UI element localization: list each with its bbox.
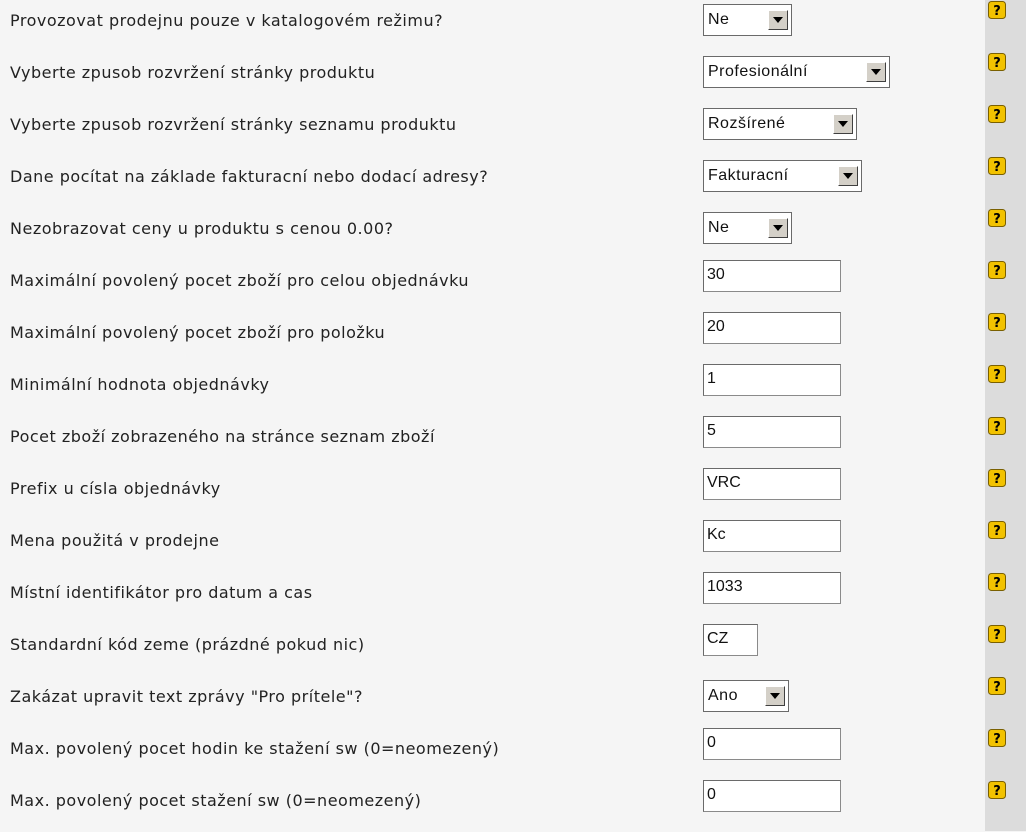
setting-row-tell-friend: Zakázat upravit text zprávy "Pro prítele…	[0, 676, 1026, 728]
help-icon[interactable]: ?	[988, 469, 1006, 487]
download-count-input[interactable]: 0	[703, 780, 841, 812]
setting-row-catalog-mode: Provozovat prodejnu pouze v katalogovém …	[0, 0, 1026, 52]
min-order-value-input[interactable]: 1	[703, 364, 841, 396]
setting-row-max-items-order: Maximální povolený pocet zboží pro celou…	[0, 260, 1026, 312]
svg-text:?: ?	[993, 680, 1001, 695]
setting-row-currency: Mena použitá v prodejne Kc ?	[0, 520, 1026, 572]
dropdown-arrow-icon[interactable]	[768, 218, 788, 238]
help-icon[interactable]: ?	[988, 417, 1006, 435]
max-items-order-input[interactable]: 30	[703, 260, 841, 292]
setting-label: Dane pocítat na základe fakturacní nebo …	[10, 167, 489, 186]
setting-row-tax-address: Dane pocítat na základe fakturacní nebo …	[0, 156, 1026, 208]
svg-text:?: ?	[993, 784, 1001, 799]
product-layout-select[interactable]: Profesionální	[703, 56, 890, 88]
setting-row-product-list-layout: Vyberte zpusob rozvržení stránky seznamu…	[0, 104, 1026, 156]
setting-label: Provozovat prodejnu pouze v katalogovém …	[10, 11, 444, 30]
setting-row-locale-id: Místní identifikátor pro datum a cas 103…	[0, 572, 1026, 624]
setting-label: Standardní kód zeme (prázdné pokud nic)	[10, 635, 365, 654]
help-icon[interactable]: ?	[988, 105, 1006, 123]
items-per-page-input[interactable]: 5	[703, 416, 841, 448]
setting-label: Zakázat upravit text zprávy "Pro prítele…	[10, 687, 363, 706]
setting-label: Max. povolený pocet hodin ke stažení sw …	[10, 739, 500, 758]
setting-label: Mena použitá v prodejne	[10, 531, 220, 550]
setting-label: Vyberte zpusob rozvržení stránky seznamu…	[10, 115, 457, 134]
setting-label: Minimální hodnota objednávky	[10, 375, 270, 394]
help-icon[interactable]: ?	[988, 1, 1006, 19]
setting-label: Maximální povolený pocet zboží pro celou…	[10, 271, 470, 290]
download-hours-input[interactable]: 0	[703, 728, 841, 760]
setting-row-download-hours: Max. povolený pocet hodin ke stažení sw …	[0, 728, 1026, 780]
setting-row-country-code: Standardní kód zeme (prázdné pokud nic) …	[0, 624, 1026, 676]
help-icon[interactable]: ?	[988, 573, 1006, 591]
svg-text:?: ?	[993, 212, 1001, 227]
svg-text:?: ?	[993, 108, 1001, 123]
setting-row-items-per-page: Pocet zboží zobrazeného na stránce sezna…	[0, 416, 1026, 468]
tell-friend-select[interactable]: Ano	[703, 680, 789, 712]
dropdown-arrow-icon[interactable]	[838, 166, 858, 186]
help-icon[interactable]: ?	[988, 677, 1006, 695]
svg-text:?: ?	[993, 472, 1001, 487]
setting-row-max-items-line: Maximální povolený pocet zboží pro polož…	[0, 312, 1026, 364]
dropdown-arrow-icon[interactable]	[833, 114, 853, 134]
setting-label: Vyberte zpusob rozvržení stránky produkt…	[10, 63, 376, 82]
dropdown-arrow-icon[interactable]	[765, 686, 785, 706]
currency-input[interactable]: Kc	[703, 520, 841, 552]
setting-label: Nezobrazovat ceny u produktu s cenou 0.0…	[10, 219, 394, 238]
svg-text:?: ?	[993, 420, 1001, 435]
help-icon[interactable]: ?	[988, 625, 1006, 643]
setting-row-product-layout: Vyberte zpusob rozvržení stránky produkt…	[0, 52, 1026, 104]
svg-text:?: ?	[993, 264, 1001, 279]
product-list-layout-select[interactable]: Rozšírené	[703, 108, 857, 140]
svg-text:?: ?	[993, 316, 1001, 331]
setting-row-download-count: Max. povolený pocet stažení sw (0=neomez…	[0, 780, 1026, 832]
svg-text:?: ?	[993, 56, 1001, 71]
max-items-line-input[interactable]: 20	[703, 312, 841, 344]
order-prefix-input[interactable]: VRC	[703, 468, 841, 500]
help-icon[interactable]: ?	[988, 365, 1006, 383]
setting-label: Prefix u císla objednávky	[10, 479, 221, 498]
locale-id-input[interactable]: 1033	[703, 572, 841, 604]
help-icon[interactable]: ?	[988, 261, 1006, 279]
setting-row-min-order-value: Minimální hodnota objednávky 1 ?	[0, 364, 1026, 416]
setting-label: Max. povolený pocet stažení sw (0=neomez…	[10, 791, 422, 810]
setting-label: Maximální povolený pocet zboží pro polož…	[10, 323, 386, 342]
svg-text:?: ?	[993, 160, 1001, 175]
svg-text:?: ?	[993, 368, 1001, 383]
svg-text:?: ?	[993, 576, 1001, 591]
select-value: Profesionální	[708, 63, 808, 80]
help-icon[interactable]: ?	[988, 53, 1006, 71]
help-icon[interactable]: ?	[988, 521, 1006, 539]
help-icon[interactable]: ?	[988, 729, 1006, 747]
svg-text:?: ?	[993, 628, 1001, 643]
help-icon[interactable]: ?	[988, 209, 1006, 227]
svg-text:?: ?	[993, 732, 1001, 747]
dropdown-arrow-icon[interactable]	[768, 10, 788, 30]
help-icon[interactable]: ?	[988, 157, 1006, 175]
setting-row-order-prefix: Prefix u císla objednávky VRC ?	[0, 468, 1026, 520]
select-value: Fakturacní	[708, 167, 789, 184]
tax-address-select[interactable]: Fakturacní	[703, 160, 862, 192]
country-code-input[interactable]: CZ	[703, 624, 758, 656]
help-icon[interactable]: ?	[988, 781, 1006, 799]
setting-label: Místní identifikátor pro datum a cas	[10, 583, 313, 602]
help-icon[interactable]: ?	[988, 313, 1006, 331]
dropdown-arrow-icon[interactable]	[866, 62, 886, 82]
select-value: Ne	[708, 11, 730, 28]
select-value: Ne	[708, 219, 730, 236]
select-value: Rozšírené	[708, 115, 786, 132]
catalog-mode-select[interactable]: Ne	[703, 4, 792, 36]
hide-zero-prices-select[interactable]: Ne	[703, 212, 792, 244]
svg-text:?: ?	[993, 4, 1001, 19]
setting-row-hide-zero-prices: Nezobrazovat ceny u produktu s cenou 0.0…	[0, 208, 1026, 260]
setting-label: Pocet zboží zobrazeného na stránce sezna…	[10, 427, 435, 446]
select-value: Ano	[708, 687, 738, 704]
svg-text:?: ?	[993, 524, 1001, 539]
